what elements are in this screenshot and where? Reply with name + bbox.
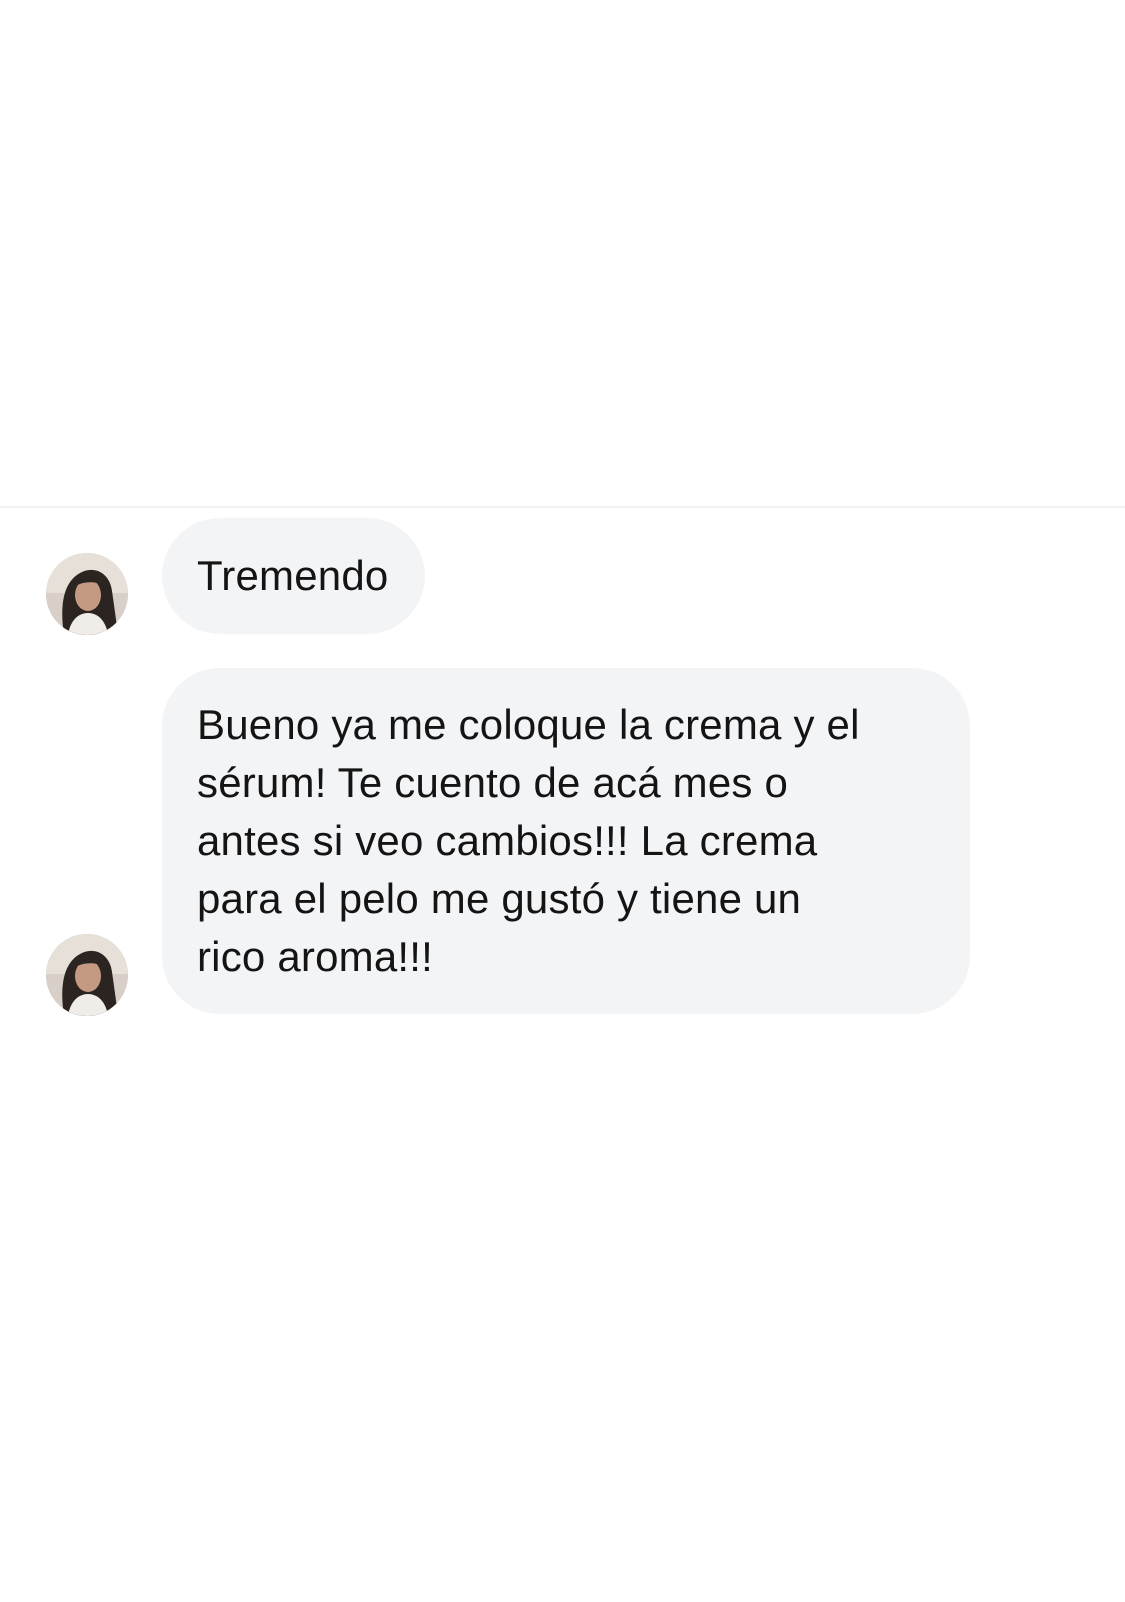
message-text-line: para el pelo me gustó y tiene un	[197, 875, 802, 922]
chat-screen: Tremendo Bueno ya me coloque la crema y …	[0, 0, 1125, 1602]
message-text: Tremendo	[197, 552, 389, 599]
avatar[interactable]	[46, 553, 128, 635]
thread-divider	[0, 506, 1125, 508]
avatar-photo-icon	[46, 934, 128, 1016]
message-bubble[interactable]: Tremendo	[162, 518, 426, 634]
avatar-photo-icon	[46, 553, 128, 635]
avatar[interactable]	[46, 934, 128, 1016]
message-text-line: rico aroma!!!	[197, 933, 433, 980]
message-text-line: sérum! Te cuento de acá mes o	[197, 759, 789, 806]
message-text-line: antes si veo cambios!!! La crema	[197, 817, 818, 864]
message-text-line: Bueno ya me coloque la crema y el	[197, 701, 860, 748]
empty-header-area	[0, 0, 1125, 506]
message-bubble[interactable]: Bueno ya me coloque la crema y el sérum!…	[162, 668, 970, 1014]
